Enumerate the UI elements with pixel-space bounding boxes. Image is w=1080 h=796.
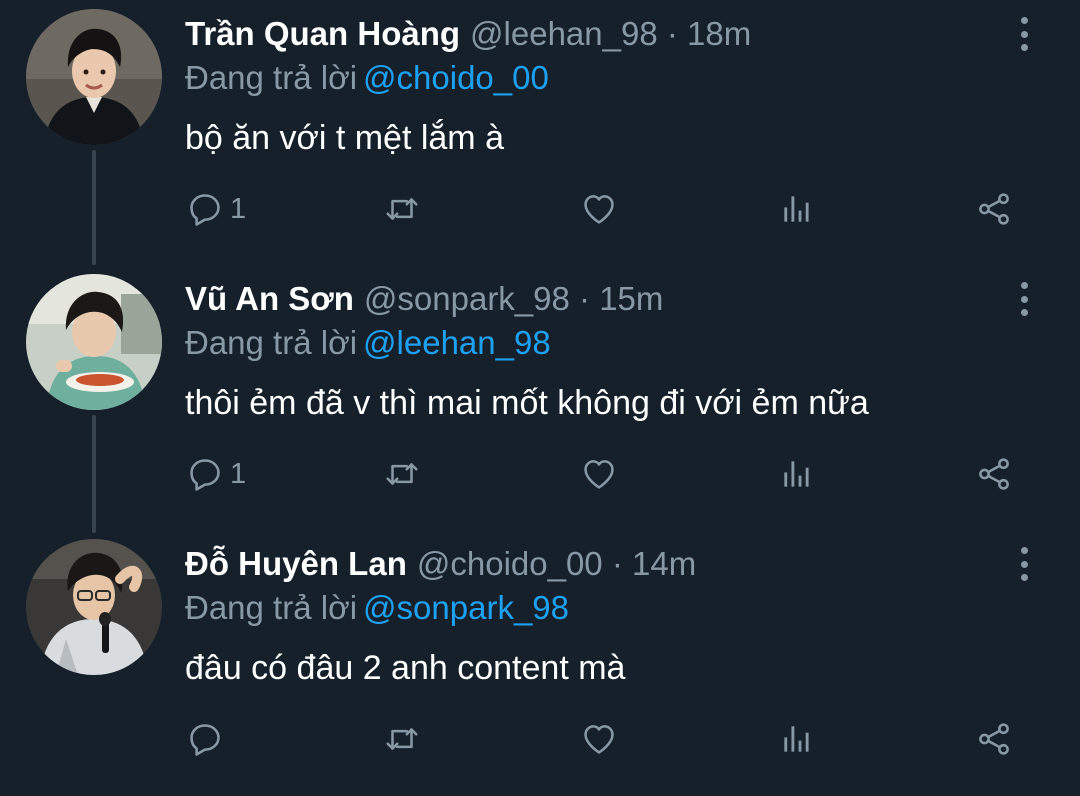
avatar[interactable] (26, 9, 162, 145)
mention-link[interactable]: @leehan_98 (363, 324, 551, 361)
tweet-header: Vũ An Sơn @sonpark_98 · 15m (185, 279, 663, 319)
analytics-icon (778, 190, 816, 228)
handle-time: @choido_00 · 14m (416, 545, 697, 582)
reply-icon (186, 455, 224, 493)
tweet-header: Trần Quan Hoàng @leehan_98 · 18m (185, 14, 751, 54)
like-icon (580, 455, 618, 493)
reply-button[interactable] (186, 714, 230, 764)
share-button[interactable] (975, 714, 1013, 764)
retweet-icon (383, 455, 421, 493)
analytics-icon (778, 720, 816, 758)
reply-icon (186, 190, 224, 228)
more-icon[interactable] (1010, 277, 1038, 321)
tweet-header: Đỗ Huyên Lan @choido_00 · 14m (185, 544, 696, 584)
retweet-icon (383, 190, 421, 228)
more-icon[interactable] (1010, 12, 1038, 56)
mention-link[interactable]: @sonpark_98 (363, 589, 569, 626)
avatar[interactable] (26, 539, 162, 675)
retweet-button[interactable] (383, 714, 421, 764)
like-button[interactable] (580, 184, 618, 234)
replying-prefix: Đang trả lời (185, 324, 358, 361)
retweet-button[interactable] (383, 449, 421, 499)
tweet-actions: 1 (0, 449, 1080, 499)
analytics-button[interactable] (778, 184, 816, 234)
reply-count: 1 (230, 457, 247, 490)
avatar[interactable] (26, 274, 162, 410)
retweet-button[interactable] (383, 184, 421, 234)
tweet[interactable]: Trần Quan Hoàng @leehan_98 · 18m Đang trả… (0, 0, 1080, 266)
replying-to: Đang trả lời @choido_00 (185, 58, 549, 98)
like-icon (580, 720, 618, 758)
tweet-text: đâu có đâu 2 anh content mà (185, 649, 626, 687)
analytics-button[interactable] (778, 714, 816, 764)
display-name[interactable]: Đỗ Huyên Lan (185, 545, 407, 582)
share-icon (975, 190, 1013, 228)
like-icon (580, 190, 618, 228)
handle-time: @sonpark_98 · 15m (363, 280, 664, 317)
like-button[interactable] (580, 714, 618, 764)
tweet-text: thôi ẻm đã v thì mai mốt không đi với ẻm… (185, 384, 869, 422)
more-icon[interactable] (1010, 542, 1038, 586)
replying-prefix: Đang trả lời (185, 589, 358, 626)
display-name[interactable]: Trần Quan Hoàng (185, 15, 460, 52)
reply-count: 1 (230, 192, 247, 225)
tweet-actions (0, 714, 1080, 764)
share-icon (975, 455, 1013, 493)
retweet-icon (383, 720, 421, 758)
display-name[interactable]: Vũ An Sơn (185, 280, 354, 317)
analytics-icon (778, 455, 816, 493)
reply-icon (186, 720, 224, 758)
replying-to: Đang trả lời @leehan_98 (185, 323, 551, 363)
like-button[interactable] (580, 449, 618, 499)
analytics-button[interactable] (778, 449, 816, 499)
reply-button[interactable]: 1 (186, 184, 246, 234)
reply-button[interactable]: 1 (186, 449, 246, 499)
replying-to: Đang trả lời @sonpark_98 (185, 588, 569, 628)
tweet[interactable]: Vũ An Sơn @sonpark_98 · 15m Đang trả lời @… (0, 265, 1080, 531)
share-icon (975, 720, 1013, 758)
tweet[interactable]: Đỗ Huyên Lan @choido_00 · 14m Đang trả lờ… (0, 530, 1080, 796)
tweet-actions: 1 (0, 184, 1080, 234)
handle-time: @leehan_98 · 18m (470, 15, 752, 52)
mention-link[interactable]: @choido_00 (363, 59, 549, 96)
replying-prefix: Đang trả lời (185, 59, 358, 96)
tweet-text: bộ ăn với t mệt lắm à (185, 119, 504, 157)
share-button[interactable] (975, 184, 1013, 234)
share-button[interactable] (975, 449, 1013, 499)
